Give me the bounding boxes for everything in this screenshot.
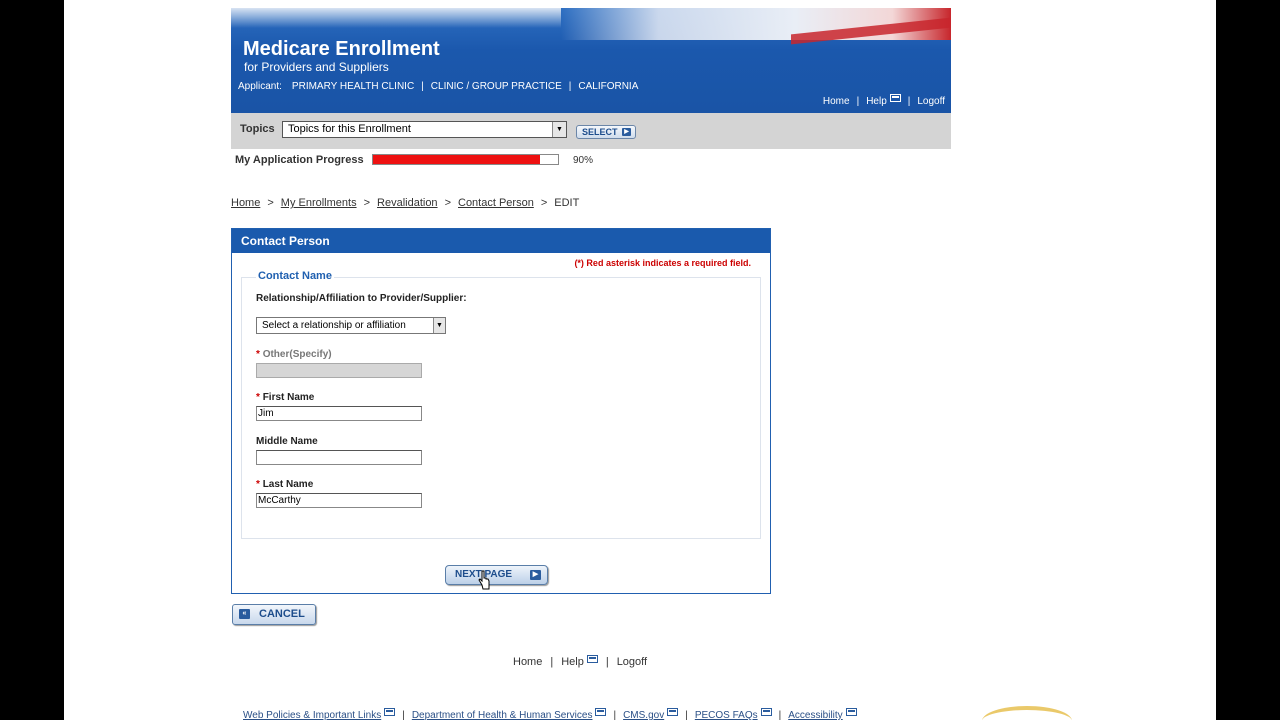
footer-link-web-policies[interactable]: Web Policies & Important Links	[243, 710, 381, 720]
divider: |	[778, 710, 782, 720]
popup-window-icon	[595, 708, 607, 716]
logo-swoosh	[982, 706, 1072, 720]
breadcrumb-separator: >	[267, 197, 274, 209]
header-logoff-link[interactable]: Logoff	[917, 96, 945, 107]
progress-label: My Application Progress	[235, 154, 364, 166]
divider: |	[856, 96, 860, 107]
divider: |	[685, 710, 688, 720]
required-asterisk: *	[256, 392, 260, 403]
footer-help-link[interactable]: Help	[561, 655, 598, 668]
contact-name-legend: Contact Name	[256, 270, 334, 282]
topics-bar: Topics Topics for this Enrollment ▼ SELE…	[231, 113, 951, 149]
site-subtitle: for Providers and Suppliers	[244, 60, 389, 74]
double-left-arrow-icon: «	[239, 609, 250, 619]
panel-title: Contact Person	[232, 229, 770, 253]
topics-select[interactable]: Topics for this Enrollment ▼	[282, 121, 567, 138]
breadcrumb-home[interactable]: Home	[231, 197, 260, 209]
last-name-field[interactable]: McCarthy	[256, 493, 422, 508]
divider: |	[605, 656, 609, 668]
divider: |	[568, 81, 572, 92]
breadcrumb-revalidation[interactable]: Revalidation	[377, 197, 438, 209]
header-nav: Home | Help | Logoff	[823, 94, 945, 107]
footer-home-link[interactable]: Home	[513, 656, 542, 668]
header-highlight	[231, 8, 561, 28]
breadcrumb-contact-person[interactable]: Contact Person	[458, 197, 534, 209]
footer-link-hhs[interactable]: Department of Health & Human Services	[412, 710, 593, 720]
required-asterisk: *	[256, 349, 260, 360]
other-specify-label: * Other(Specify)	[256, 349, 332, 360]
divider: |	[613, 710, 617, 720]
breadcrumb-separator: >	[540, 197, 548, 209]
chevron-down-icon: ▼	[552, 122, 566, 137]
popup-window-icon	[384, 708, 396, 716]
footer-links: Web Policies & Important Links | Departm…	[243, 708, 857, 720]
footer-link-cms[interactable]: CMS.gov	[623, 710, 664, 720]
divider: |	[402, 710, 405, 720]
progress-percent: 90%	[573, 155, 594, 166]
relationship-select[interactable]: Select a relationship or affiliation ▼	[256, 317, 446, 334]
topics-label: Topics	[240, 123, 275, 135]
contact-person-panel: Contact Person (*) Red asterisk indicate…	[231, 228, 771, 594]
middle-name-label: Middle Name	[256, 436, 318, 447]
breadcrumb-current: EDIT	[554, 197, 580, 209]
popup-window-icon	[845, 708, 857, 716]
required-asterisk: *	[256, 479, 260, 490]
divider: |	[421, 81, 424, 92]
popup-window-icon	[760, 708, 772, 716]
applicant-bar: Applicant: PRIMARY HEALTH CLINIC | CLINI…	[238, 81, 638, 92]
last-name-text: Last Name	[262, 479, 314, 490]
select-button-label: SELECT	[582, 127, 618, 137]
breadcrumb: Home > My Enrollments > Revalidation > C…	[231, 197, 579, 209]
select-button[interactable]: SELECT ▶	[576, 125, 636, 139]
relationship-label: Relationship/Affiliation to Provider/Sup…	[256, 293, 467, 304]
header-home-link[interactable]: Home	[823, 96, 850, 107]
header-help-label: Help	[866, 96, 887, 107]
hand-cursor-icon	[478, 570, 490, 590]
middle-name-field[interactable]	[256, 450, 422, 465]
first-name-label: * First Name	[256, 392, 314, 403]
required-note: (*) Red asterisk indicates a required fi…	[574, 258, 751, 268]
popup-window-icon	[889, 94, 901, 102]
progress-bar	[372, 154, 559, 165]
header-help-link[interactable]: Help	[866, 94, 901, 107]
footer-help-label: Help	[561, 656, 584, 668]
divider: |	[550, 656, 554, 668]
other-specify-text: Other(Specify)	[262, 349, 332, 360]
first-name-text: First Name	[262, 392, 315, 403]
footer-nav: Home | Help | Logoff	[513, 655, 647, 668]
popup-window-icon	[667, 708, 679, 716]
footer-link-pecos-faqs[interactable]: PECOS FAQs	[695, 710, 758, 720]
divider: |	[907, 96, 911, 107]
footer-link-accessibility[interactable]: Accessibility	[788, 710, 842, 720]
popup-window-icon	[586, 655, 598, 663]
footer-logoff-link[interactable]: Logoff	[617, 656, 647, 668]
topics-select-value: Topics for this Enrollment	[288, 123, 411, 135]
site-title: Medicare Enrollment	[243, 38, 440, 60]
first-name-field[interactable]: Jim	[256, 406, 422, 421]
arrow-right-icon: ▶	[530, 570, 541, 580]
site-header: Medicare Enrollment for Providers and Su…	[231, 8, 951, 113]
relationship-select-value: Select a relationship or affiliation	[262, 320, 406, 331]
breadcrumb-separator: >	[363, 197, 371, 209]
applicant-name: PRIMARY HEALTH CLINIC	[291, 81, 415, 92]
breadcrumb-my-enrollments[interactable]: My Enrollments	[281, 197, 357, 209]
progress-fill	[373, 155, 540, 164]
applicant-label: Applicant:	[238, 81, 282, 92]
page: Medicare Enrollment for Providers and Su…	[64, 0, 1216, 720]
arrow-right-icon: ▶	[622, 128, 631, 136]
cancel-button[interactable]: « CANCEL	[232, 604, 316, 625]
other-specify-field[interactable]	[256, 363, 422, 378]
breadcrumb-separator: >	[444, 197, 451, 209]
applicant-state: CALIFORNIA	[578, 81, 639, 92]
applicant-type: CLINIC / GROUP PRACTICE	[430, 81, 562, 92]
next-page-button[interactable]: NEXT PAGE ▶	[445, 565, 548, 585]
chevron-down-icon: ▼	[433, 318, 445, 333]
last-name-label: * Last Name	[256, 479, 313, 490]
cancel-button-label: CANCEL	[259, 608, 305, 620]
